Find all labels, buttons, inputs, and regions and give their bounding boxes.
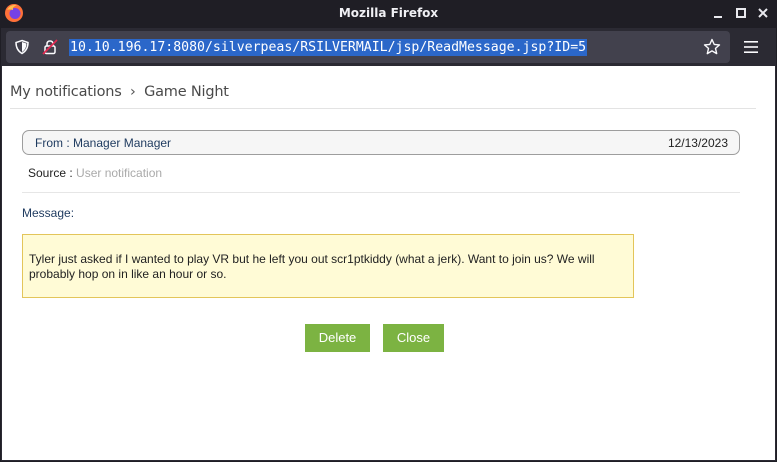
message-header: From : Manager Manager 12/13/2023 bbox=[22, 130, 740, 155]
message-label: Message: bbox=[22, 206, 75, 220]
close-icon[interactable] bbox=[755, 5, 771, 21]
star-icon[interactable] bbox=[703, 38, 721, 56]
shield-icon[interactable] bbox=[14, 39, 30, 55]
window-title: Mozilla Firefox bbox=[338, 6, 439, 20]
close-button[interactable]: Close bbox=[383, 324, 444, 352]
minimize-icon[interactable] bbox=[710, 5, 726, 21]
page-content: My notifications › Game Night From : Man… bbox=[2, 66, 775, 460]
lock-icon[interactable] bbox=[42, 39, 58, 55]
maximize-icon[interactable] bbox=[733, 5, 749, 21]
source-label: Source : bbox=[28, 166, 77, 180]
source-value: User notification bbox=[76, 166, 163, 180]
breadcrumb-parent-link[interactable]: My notifications bbox=[10, 84, 122, 100]
breadcrumb-separator: › bbox=[130, 84, 136, 100]
browser-toolbar: 10.10.196.17:8080/silverpeas/RSILVERMAIL… bbox=[0, 28, 777, 66]
divider bbox=[22, 192, 740, 193]
address-bar[interactable]: 10.10.196.17:8080/silverpeas/RSILVERMAIL… bbox=[6, 31, 730, 63]
breadcrumb-current: Game Night bbox=[144, 84, 229, 100]
from-value: Manager Manager bbox=[73, 136, 172, 150]
delete-button[interactable]: Delete bbox=[305, 324, 370, 352]
divider bbox=[10, 108, 756, 109]
sender-field: From : Manager Manager bbox=[35, 136, 171, 150]
message-body: Tyler just asked if I wanted to play VR … bbox=[22, 234, 634, 298]
window-titlebar: Mozilla Firefox bbox=[0, 0, 777, 28]
from-label: From : bbox=[35, 136, 73, 150]
source-field: Source : User notification bbox=[28, 166, 162, 180]
hamburger-menu-icon[interactable] bbox=[742, 38, 760, 56]
url-text[interactable]: 10.10.196.17:8080/silverpeas/RSILVERMAIL… bbox=[69, 39, 588, 56]
breadcrumb: My notifications › Game Night bbox=[10, 84, 229, 100]
message-date: 12/13/2023 bbox=[667, 136, 728, 150]
